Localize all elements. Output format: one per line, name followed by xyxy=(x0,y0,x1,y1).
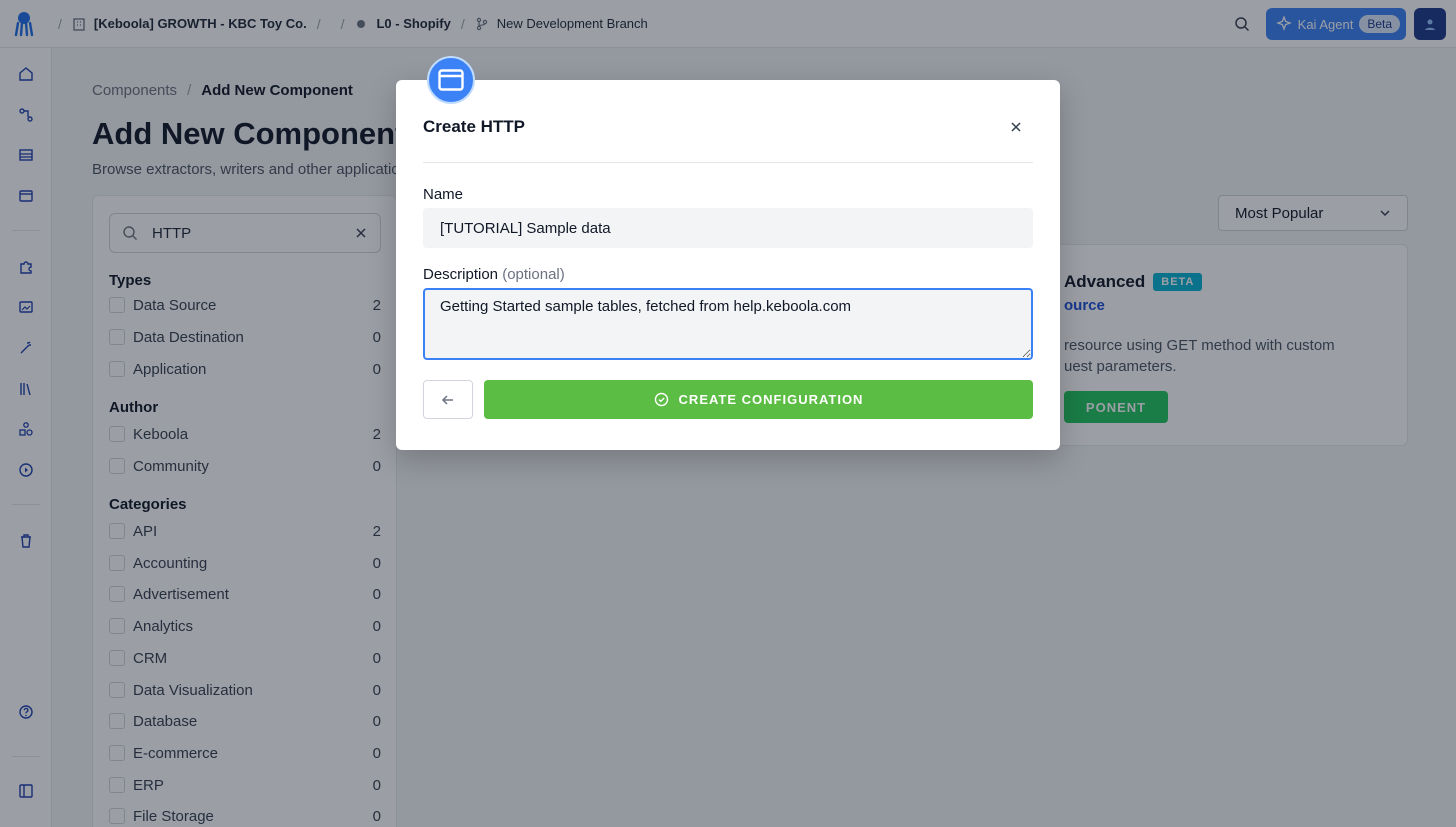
description-label: Description (optional) xyxy=(423,266,565,283)
create-configuration-button[interactable]: CREATE CONFIGURATION xyxy=(484,380,1033,419)
description-input[interactable]: Getting Started sample tables, fetched f… xyxy=(423,288,1033,360)
description-label-text: Description xyxy=(423,266,499,283)
arrow-left-icon xyxy=(441,394,453,405)
create-http-modal: Create HTTP Name Description (optional) … xyxy=(396,56,1060,450)
modal-title: Create HTTP xyxy=(423,117,526,136)
name-label: Name xyxy=(423,186,464,203)
name-input[interactable] xyxy=(423,208,1033,248)
create-configuration-label: CREATE CONFIGURATION xyxy=(678,392,864,407)
modal-close-button[interactable] xyxy=(1004,116,1028,138)
modal-component-icon xyxy=(427,56,475,104)
browser-window-icon xyxy=(438,69,464,91)
modal-divider xyxy=(423,162,1033,163)
close-icon xyxy=(1011,122,1021,132)
check-circle-icon xyxy=(654,392,669,407)
optional-label: (optional) xyxy=(502,266,565,283)
back-button[interactable] xyxy=(423,380,473,419)
